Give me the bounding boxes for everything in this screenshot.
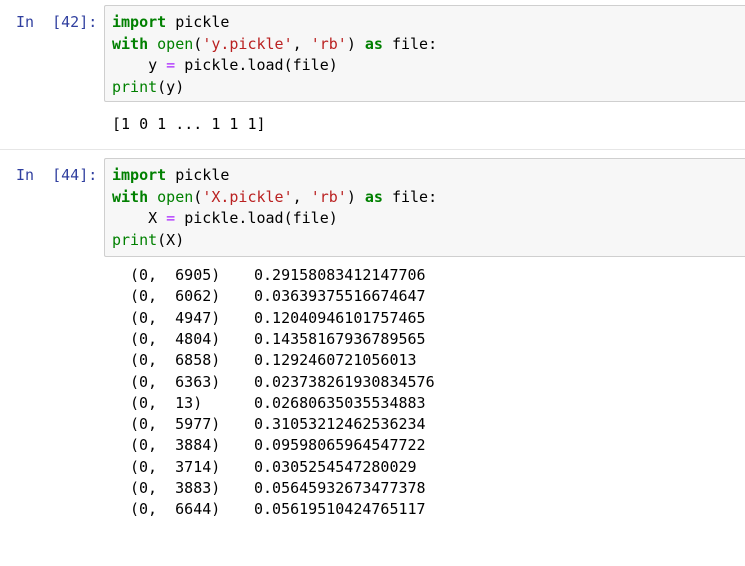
output-row: (0, 6644) 0.05619510424765117 xyxy=(112,499,612,521)
code-text: ( xyxy=(193,187,203,206)
keyword: import xyxy=(112,13,167,31)
code-text: pickle xyxy=(166,13,230,31)
output-row: (0, 6905) 0.29158083412147706 xyxy=(112,265,612,287)
sparse-value: 0.1292460721056013 xyxy=(254,351,417,370)
output-row: (0, 13) 0.02680635035534883 xyxy=(112,393,612,415)
sparse-value: 0.12040946101757465 xyxy=(254,308,426,327)
code-text: (X) xyxy=(157,230,185,249)
sparse-index: (0, 6363) xyxy=(130,372,221,391)
code-text: pickle xyxy=(166,166,230,184)
code-line: import pickle xyxy=(112,12,745,34)
builtin: open xyxy=(157,34,194,53)
sparse-value: 0.05645932673477378 xyxy=(254,479,426,497)
string-literal: 'rb' xyxy=(310,34,347,53)
builtin: print xyxy=(112,230,158,249)
sparse-index: (0, 4804) xyxy=(130,329,221,348)
code-text: file: xyxy=(382,187,438,206)
output-row: (0, 6363) 0.023738261930834576 xyxy=(112,372,612,394)
sparse-value: 0.31053212462536234 xyxy=(254,415,426,434)
string-literal: 'y.pickle' xyxy=(202,34,293,53)
code-input-area[interactable]: import pickle with open('y.pickle', 'rb'… xyxy=(104,5,745,102)
string-literal: 'X.pickle' xyxy=(202,187,293,206)
sparse-value: 0.09598065964547722 xyxy=(254,436,426,455)
string-literal: 'rb' xyxy=(310,187,347,206)
code-line: X = pickle.load(file) xyxy=(112,208,745,230)
code-text: , xyxy=(292,34,311,53)
output-row: (0, 4947) 0.12040946101757465 xyxy=(112,308,612,330)
code-text: (y) xyxy=(157,77,185,96)
sparse-index: (0, 13) xyxy=(130,393,203,412)
keyword: import xyxy=(112,166,167,184)
output-row: (0, 5977) 0.31053212462536234 xyxy=(112,414,612,436)
code-text: ( xyxy=(193,34,203,53)
sparse-index: (0, 3883) xyxy=(130,479,221,497)
sparse-value: 0.05619510424765117 xyxy=(254,500,426,519)
sparse-value: 0.02680635035534883 xyxy=(254,393,426,412)
code-text: , xyxy=(292,187,311,206)
input-prompt: In [42]: xyxy=(16,13,98,31)
code-input-area[interactable]: import pickle with open('X.pickle', 'rb'… xyxy=(104,158,745,257)
sparse-value: 0.14358167936789565 xyxy=(254,329,426,348)
keyword: as xyxy=(364,187,383,206)
sparse-index: (0, 6062) xyxy=(130,287,221,306)
output-row: (0, 3884) 0.09598065964547722 xyxy=(112,435,612,457)
output-row: (0, 3714) 0.0305254547280029 xyxy=(112,457,612,479)
sparse-value: 0.0305254547280029 xyxy=(254,457,417,476)
builtin: print xyxy=(112,77,158,96)
code-line: with open('y.pickle', 'rb') as file: xyxy=(112,34,745,56)
code-line: import pickle xyxy=(112,165,745,187)
code-text: file: xyxy=(382,34,438,53)
input-prompt: In [44]: xyxy=(16,166,98,184)
sparse-value: 0.03639375516674647 xyxy=(254,287,426,306)
sparse-index: (0, 3714) xyxy=(130,457,221,476)
cell-output: (0, 6905) 0.29158083412147706 (0, 6062) 0.… xyxy=(112,265,632,523)
code-line: y = pickle.load(file) xyxy=(112,55,745,77)
operator: = xyxy=(157,56,185,74)
output-row: (0, 6858) 0.1292460721056013 xyxy=(112,350,612,372)
sparse-index: (0, 6858) xyxy=(130,351,221,370)
output-row: (0, 3883) 0.05645932673477378 xyxy=(112,478,612,500)
keyword: with xyxy=(112,187,149,206)
notebook-cell-44[interactable]: In [44]: import pickle with open('X.pick… xyxy=(0,150,745,522)
code-line: print(y) xyxy=(112,77,745,99)
code-text: pickle.load(file) xyxy=(184,209,338,227)
code-text: ) xyxy=(346,34,365,53)
variable: X xyxy=(148,209,158,227)
notebook-cell-42[interactable]: In [42]: import pickle with open('y.pick… xyxy=(0,0,745,149)
sparse-index: (0, 6644) xyxy=(130,500,221,519)
sparse-index: (0, 4947) xyxy=(130,308,221,327)
keyword: as xyxy=(364,34,383,53)
output-row: (0, 6062) 0.03639375516674647 xyxy=(112,286,612,308)
sparse-index: (0, 3884) xyxy=(130,436,221,455)
builtin: open xyxy=(157,187,194,206)
operator: = xyxy=(157,209,185,227)
sparse-value: 0.29158083412147706 xyxy=(254,266,426,284)
output-row: (0, 4804) 0.14358167936789565 xyxy=(112,329,612,351)
sparse-index: (0, 6905) xyxy=(130,266,221,284)
code-text: pickle.load(file) xyxy=(184,56,338,74)
code-line: with open('X.pickle', 'rb') as file: xyxy=(112,187,745,209)
keyword: with xyxy=(112,34,149,53)
code-line: print(X) xyxy=(112,230,745,252)
cell-output: [1 0 1 ... 1 1 1] xyxy=(112,115,266,133)
sparse-value: 0.023738261930834576 xyxy=(254,372,435,391)
code-text: ) xyxy=(346,187,365,206)
variable: y xyxy=(148,56,158,74)
sparse-index: (0, 5977) xyxy=(130,415,221,434)
